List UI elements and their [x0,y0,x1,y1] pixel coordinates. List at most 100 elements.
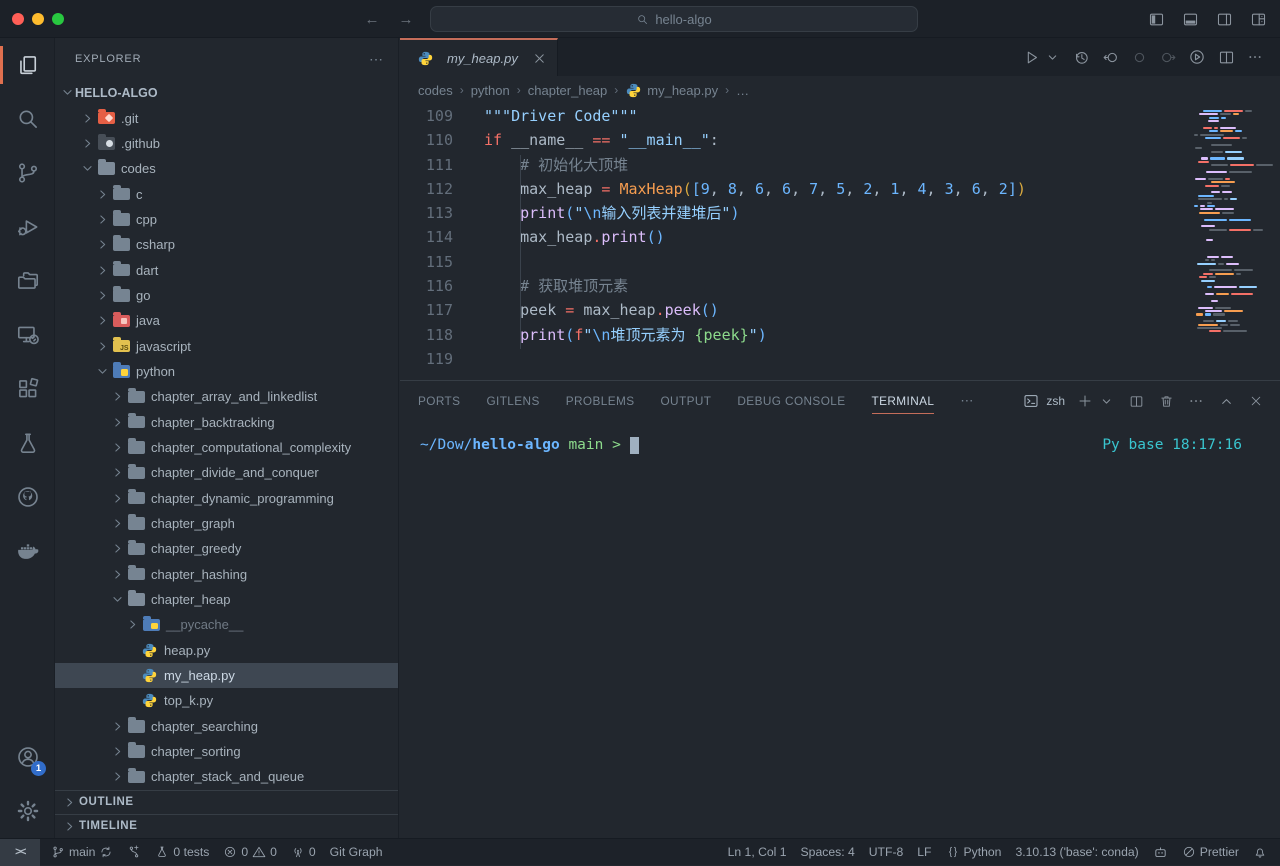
navigate-back-icon[interactable]: ← [362,8,382,30]
tree-item-chapter-greedy[interactable]: chapter_greedy [55,536,398,561]
new-terminal-icon[interactable] [1075,390,1095,412]
explorer-more-actions-icon[interactable]: ⋯ [369,51,384,68]
status-eol[interactable]: LF [910,839,938,866]
activity-accounts[interactable]: 1 [0,730,55,784]
tree-item-chapter-array-and-linkedlist[interactable]: chapter_array_and_linkedlist [55,384,398,409]
status-cursor-position[interactable]: Ln 1, Col 1 [721,839,794,866]
panel-tab-terminal[interactable]: TERMINAL [872,381,935,421]
tab-my-heap[interactable]: my_heap.py [400,38,558,76]
status-problems[interactable]: 00 [216,839,284,866]
activity-explorer[interactable] [0,38,55,92]
editor-action-circle-plain-icon[interactable] [1128,45,1150,69]
activity-run-debug[interactable] [0,200,55,254]
editor-action-run-icon[interactable] [1020,45,1042,69]
activity-extensions[interactable] [0,362,55,416]
editor-action-circle-back-icon[interactable] [1099,45,1121,69]
tree-item--git[interactable]: .git [55,105,398,130]
activity-folders[interactable] [0,254,55,308]
editor-action-split-editor-icon[interactable] [1215,45,1237,69]
breadcrumb-item[interactable]: … [736,83,749,98]
breadcrumb-item[interactable]: chapter_heap [528,83,608,98]
minimap[interactable] [1194,110,1274,350]
tree-item-c[interactable]: c [55,181,398,206]
activity-remote-explorer[interactable] [0,308,55,362]
panel-tab-ports[interactable]: PORTS [418,381,460,421]
tree-item-csharp[interactable]: csharp [55,232,398,257]
status-tests[interactable]: 0 tests [148,839,216,866]
panel-ellipsis-icon[interactable] [1186,390,1206,412]
editor-action-ellipsis-icon[interactable] [1244,45,1266,69]
status-git-graph[interactable]: Git Graph [323,839,390,866]
editor-action-circle-forward-icon[interactable] [1157,45,1179,69]
shell-selector[interactable]: zsh [1021,390,1065,412]
panel-tab-gitlens[interactable]: GITLENS [486,381,539,421]
tree-item-chapter-graph[interactable]: chapter_graph [55,511,398,536]
activity-source-control[interactable] [0,146,55,200]
tree-item-chapter-sorting[interactable]: chapter_sorting [55,739,398,764]
tree-item-go[interactable]: go [55,283,398,308]
tree-item-chapter-searching[interactable]: chapter_searching [55,714,398,739]
section-timeline[interactable]: TIMELINE [55,814,398,838]
status-notifications[interactable] [1246,839,1274,866]
terminal[interactable]: ~/Dow/hello-algo main > Py base 18:17:16 [400,421,1280,838]
activity-settings-gear[interactable] [0,784,55,838]
tree-item-chapter-backtracking[interactable]: chapter_backtracking [55,409,398,434]
terminal-profile-dropdown-icon[interactable] [1096,390,1116,412]
tree-item-python[interactable]: python [55,359,398,384]
tree-item--pycache-[interactable]: __pycache__ [55,612,398,637]
status-encoding[interactable]: UTF-8 [862,839,911,866]
section-outline[interactable]: OUTLINE [55,790,398,814]
status-indentation[interactable]: Spaces: 4 [794,839,862,866]
tree-item-hello-algo[interactable]: HELLO-ALGO [55,80,398,105]
tree-item-java[interactable]: java [55,308,398,333]
panel-close-icon[interactable] [1246,390,1266,412]
tree-item-cpp[interactable]: cpp [55,207,398,232]
activity-docker[interactable] [0,524,55,578]
layout-sidebar-right-icon[interactable] [1214,8,1234,30]
layout-sidebar-left-icon[interactable] [1146,8,1166,30]
panel-tabs-more-icon[interactable]: ⋯ [960,393,974,409]
status-python-interpreter[interactable]: 3.10.13 ('base': conda) [1008,839,1145,866]
tree-item-top-k-py[interactable]: top_k.py [55,688,398,713]
activity-testing[interactable] [0,416,55,470]
panel-tab-debug-console[interactable]: DEBUG CONSOLE [737,381,845,421]
tree-item-heap-py[interactable]: heap.py [55,638,398,663]
status-ports[interactable]: 0 [284,839,323,866]
status-prettier[interactable]: Prettier [1175,839,1246,866]
breadcrumb-item[interactable]: python [471,83,510,98]
tree-item-chapter-computational-complexity[interactable]: chapter_computational_complexity [55,435,398,460]
tree-item-dart[interactable]: dart [55,257,398,282]
status-git-branch[interactable]: main [44,839,120,866]
layout-panel-icon[interactable] [1180,8,1200,30]
status-language-mode[interactable]: Python [939,839,1009,866]
editor-action-chevron-small-down-icon[interactable] [1041,45,1063,69]
breadcrumb-item[interactable]: codes [418,83,453,98]
layout-customize-icon[interactable] [1248,8,1268,30]
activity-github[interactable] [0,470,55,524]
tree-item-chapter-hashing[interactable]: chapter_hashing [55,562,398,587]
tree-item-my-heap-py[interactable]: my_heap.py [55,663,398,688]
editor-action-run-circle-icon[interactable] [1186,45,1208,69]
tree-item-javascript[interactable]: javascript [55,333,398,358]
tree-item-chapter-heap[interactable]: chapter_heap [55,587,398,612]
tree-item--github[interactable]: .github [55,131,398,156]
tree-item-chapter-dynamic-programming[interactable]: chapter_dynamic_programming [55,486,398,511]
tree-item-codes[interactable]: codes [55,156,398,181]
breadcrumb-item[interactable]: my_heap.py [625,82,718,99]
panel-tab-problems[interactable]: PROBLEMS [566,381,635,421]
minimize-window-button[interactable] [32,13,44,25]
status-copilot[interactable] [1146,839,1175,866]
tree-item-chapter-divide-and-conquer[interactable]: chapter_divide_and_conquer [55,460,398,485]
command-center-search[interactable]: hello-algo [430,6,918,32]
activity-search[interactable] [0,92,55,146]
close-window-button[interactable] [12,13,24,25]
navigate-forward-icon[interactable]: → [396,8,416,30]
panel-split-panel-icon[interactable] [1126,390,1146,412]
editor-action-history-icon[interactable] [1070,45,1092,69]
panel-trash-icon[interactable] [1156,390,1176,412]
code-editor[interactable]: 109"""Driver Code"""110if __name__ == "_… [400,104,1280,380]
panel-chevron-up-icon[interactable] [1216,390,1236,412]
zoom-window-button[interactable] [52,13,64,25]
status-gitlens[interactable] [120,839,148,866]
tree-item-chapter-stack-and-queue[interactable]: chapter_stack_and_queue [55,764,398,789]
